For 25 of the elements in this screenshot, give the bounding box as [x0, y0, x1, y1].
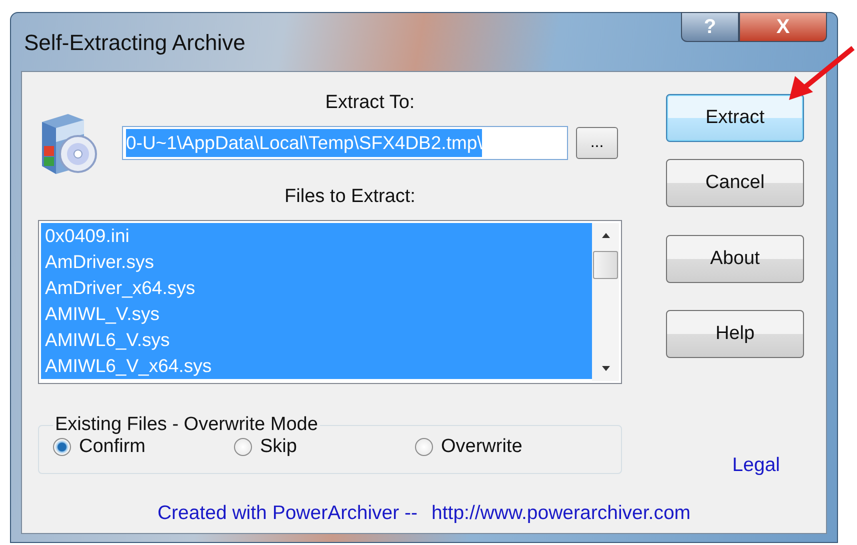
- website-link[interactable]: http://www.powerarchiver.com: [432, 502, 691, 524]
- scrollbar[interactable]: [592, 223, 619, 381]
- radio-option[interactable]: Skip: [234, 436, 415, 458]
- radio-option[interactable]: Overwrite: [415, 436, 596, 458]
- group-label: Existing Files - Overwrite Mode: [54, 414, 319, 436]
- radio-label: Skip: [260, 436, 297, 458]
- radio-button[interactable]: [234, 438, 252, 456]
- credit-text: Created with PowerArchiver --: [157, 502, 418, 524]
- dialog-button[interactable]: Help: [666, 310, 804, 358]
- radio-option[interactable]: Confirm: [53, 436, 234, 458]
- window-title: Self-Extracting Archive: [24, 30, 246, 56]
- radio-label: Overwrite: [441, 436, 522, 458]
- files-to-extract-label: Files to Extract:: [284, 186, 416, 208]
- scroll-up-icon[interactable]: [600, 231, 612, 239]
- radio-button[interactable]: [415, 438, 433, 456]
- dialog-button[interactable]: Cancel: [666, 159, 804, 207]
- dialog-button[interactable]: About: [666, 235, 804, 283]
- scroll-thumb[interactable]: [593, 251, 618, 279]
- scroll-down-icon[interactable]: [600, 365, 612, 373]
- radio-button[interactable]: [53, 438, 71, 456]
- radio-label: Confirm: [79, 436, 146, 458]
- extract-to-label: Extract To:: [325, 92, 415, 114]
- legal-link[interactable]: Legal: [732, 454, 780, 477]
- dialog-button[interactable]: Extract: [666, 94, 804, 142]
- browse-button[interactable]: ...: [576, 127, 618, 159]
